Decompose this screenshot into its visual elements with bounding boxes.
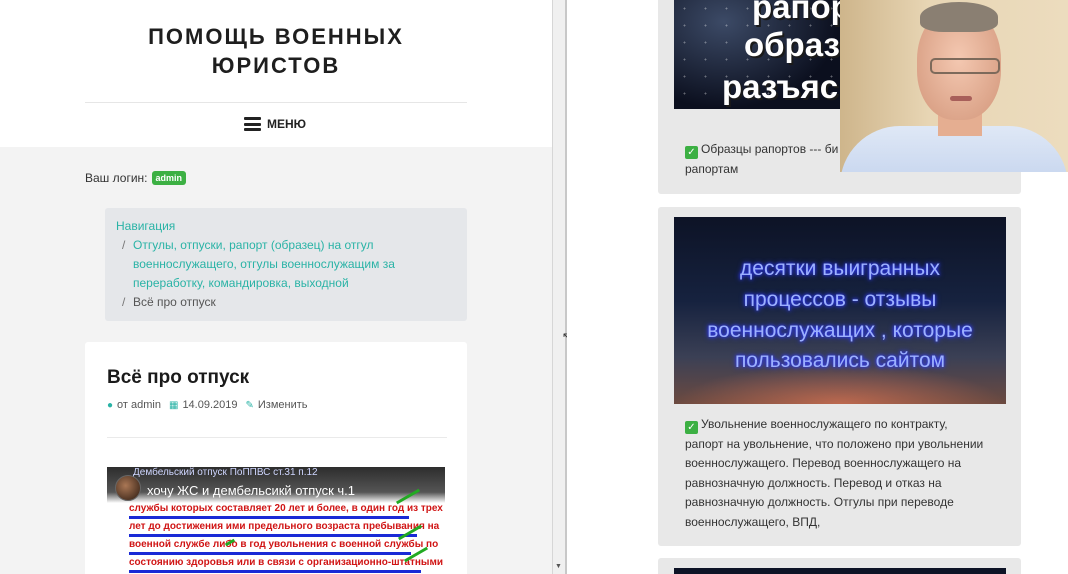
- thumbnail-text: образ: [744, 26, 840, 63]
- header-divider: [85, 102, 467, 103]
- left-pane: ПОМОЩЬ ВОЕННЫХ ЮРИСТОВ МЕНЮ Ваш логин: a…: [0, 0, 552, 574]
- thumbnail-text: разъяс: [722, 68, 839, 105]
- breadcrumb-category-link[interactable]: Отгулы, отпуски, рапорт (образец) на отг…: [133, 236, 395, 293]
- breadcrumb-category-line2[interactable]: военнослужащего, отгулы военнослужащим з…: [133, 255, 395, 274]
- widget-text-line[interactable]: Образцы рапортов --- би: [701, 142, 838, 156]
- widget-thumbnail[interactable]: десятки выигранных процессов - отзывы во…: [674, 217, 1006, 404]
- webcam-overlay: [840, 0, 1068, 172]
- article-title: Всё про отпуск: [107, 367, 250, 388]
- sidebar-widget: десятки выигранных процессов - отзывы во…: [658, 207, 1021, 546]
- breadcrumb-root-link[interactable]: Навигация: [116, 217, 455, 236]
- video-underline: [129, 552, 411, 555]
- article-date[interactable]: ▦ 14.09.2019: [169, 399, 238, 411]
- article-author[interactable]: ● от admin: [107, 399, 161, 411]
- edit-icon: ✎: [245, 399, 254, 411]
- widget-text-line[interactable]: военнослужащего. Перевод военнослужащего…: [685, 454, 995, 474]
- thumbnail-text: военнослужащих , которые: [707, 319, 973, 342]
- site-title-line1[interactable]: ПОМОЩЬ ВОЕННЫХ: [85, 22, 467, 51]
- article-date-text[interactable]: 14.09.2019: [182, 399, 237, 411]
- scroll-down-arrow-icon[interactable]: ▼: [555, 563, 562, 570]
- breadcrumb-category-line1[interactable]: Отгулы, отпуски, рапорт (образец) на отг…: [133, 236, 395, 255]
- login-user-badge: admin: [151, 171, 187, 185]
- video-small-caption: Дембельский отпуск ПоППВС ст.31 п.12: [133, 467, 318, 478]
- breadcrumb-current: Всё про отпуск: [133, 295, 216, 309]
- video-text-line: лет до достижения ими предельного возрас…: [129, 521, 440, 532]
- widget-thumbnail[interactable]: [674, 568, 1006, 574]
- thumbnail-text: рапор: [752, 0, 840, 25]
- webcam-person-hair: [920, 2, 998, 32]
- calendar-icon: ▦: [168, 399, 179, 411]
- article-meta: ● от admin ▦ 14.09.2019 ✎ Изменить: [107, 399, 308, 411]
- video-text-line: службы которых составляет 20 лет и более…: [129, 503, 443, 514]
- article-author-text[interactable]: от admin: [117, 399, 161, 411]
- pane-splitter[interactable]: [552, 0, 566, 574]
- channel-avatar[interactable]: [115, 475, 141, 501]
- webcam-person-glasses: [930, 58, 1000, 74]
- widget-text-line[interactable]: рапорт на увольнение, что положено при у…: [685, 435, 995, 455]
- hamburger-icon[interactable]: [244, 117, 261, 131]
- breadcrumb-category: / Отгулы, отпуски, рапорт (образец) на о…: [116, 236, 455, 293]
- video-underline: [129, 570, 421, 573]
- widget-text-line[interactable]: равнозначную должность. Перевод и отказ …: [685, 474, 995, 494]
- breadcrumb-current-row: / Всё про отпуск: [116, 293, 455, 312]
- video-title[interactable]: хочу ЖС и дембельсикй отпуск ч.1: [147, 483, 355, 498]
- user-icon: ●: [107, 399, 114, 411]
- video-text-line: состоянию здоровья или в связи с организ…: [129, 557, 444, 568]
- breadcrumb-category-line3[interactable]: переработку, командировка, выходной: [133, 274, 395, 293]
- check-icon: ✓: [685, 146, 698, 159]
- widget-text-line[interactable]: военнослужащего, ВПД,: [685, 513, 995, 533]
- site-header: ПОМОЩЬ ВОЕННЫХ ЮРИСТОВ МЕНЮ: [0, 0, 552, 147]
- widget-text-line[interactable]: Увольнение военнослужащего по контракту,: [701, 417, 948, 431]
- video-text-line: военной службе либо в год увольнения с в…: [129, 539, 439, 550]
- video-underline: [129, 516, 409, 519]
- thumbnail-text: процессов - отзывы: [743, 288, 937, 311]
- site-title-line2[interactable]: ЮРИСТОВ: [85, 51, 467, 80]
- article-card: Всё про отпуск ● от admin ▦ 14.09.2019 ✎…: [85, 342, 467, 574]
- article-divider: [107, 437, 447, 438]
- widget-thumbnail[interactable]: рапор образ разъяс: [674, 0, 840, 109]
- widget-link-text[interactable]: ✓ Увольнение военнослужащего по контракту…: [685, 415, 995, 532]
- check-icon: ✓: [685, 421, 698, 434]
- site-title[interactable]: ПОМОЩЬ ВОЕННЫХ ЮРИСТОВ: [85, 22, 467, 80]
- article-edit-text[interactable]: Изменить: [258, 399, 308, 411]
- video-underline: [129, 534, 417, 537]
- thumbnail-text: десятки выигранных: [740, 257, 940, 280]
- widget-text-line[interactable]: равнозначную должность. Отгулы при перев…: [685, 493, 995, 513]
- menu-toggle-button[interactable]: МЕНЮ: [244, 117, 306, 131]
- breadcrumb: Навигация / Отгулы, отпуски, рапорт (обр…: [105, 208, 467, 321]
- login-label: Ваш логин:: [85, 171, 148, 185]
- thumbnail-text: пользовались сайтом: [734, 349, 946, 372]
- video-embed[interactable]: Дембельский отпуск ПоППВС ст.31 п.12 хоч…: [107, 467, 445, 574]
- breadcrumb-separator: /: [122, 238, 126, 252]
- breadcrumb-separator: /: [122, 295, 126, 309]
- webcam-person-mouth: [950, 96, 972, 101]
- login-line: Ваш логин: admin: [85, 171, 187, 185]
- menu-label[interactable]: МЕНЮ: [267, 117, 306, 131]
- sidebar-widget: [658, 558, 1021, 574]
- article-edit-link[interactable]: ✎ Изменить: [246, 399, 308, 411]
